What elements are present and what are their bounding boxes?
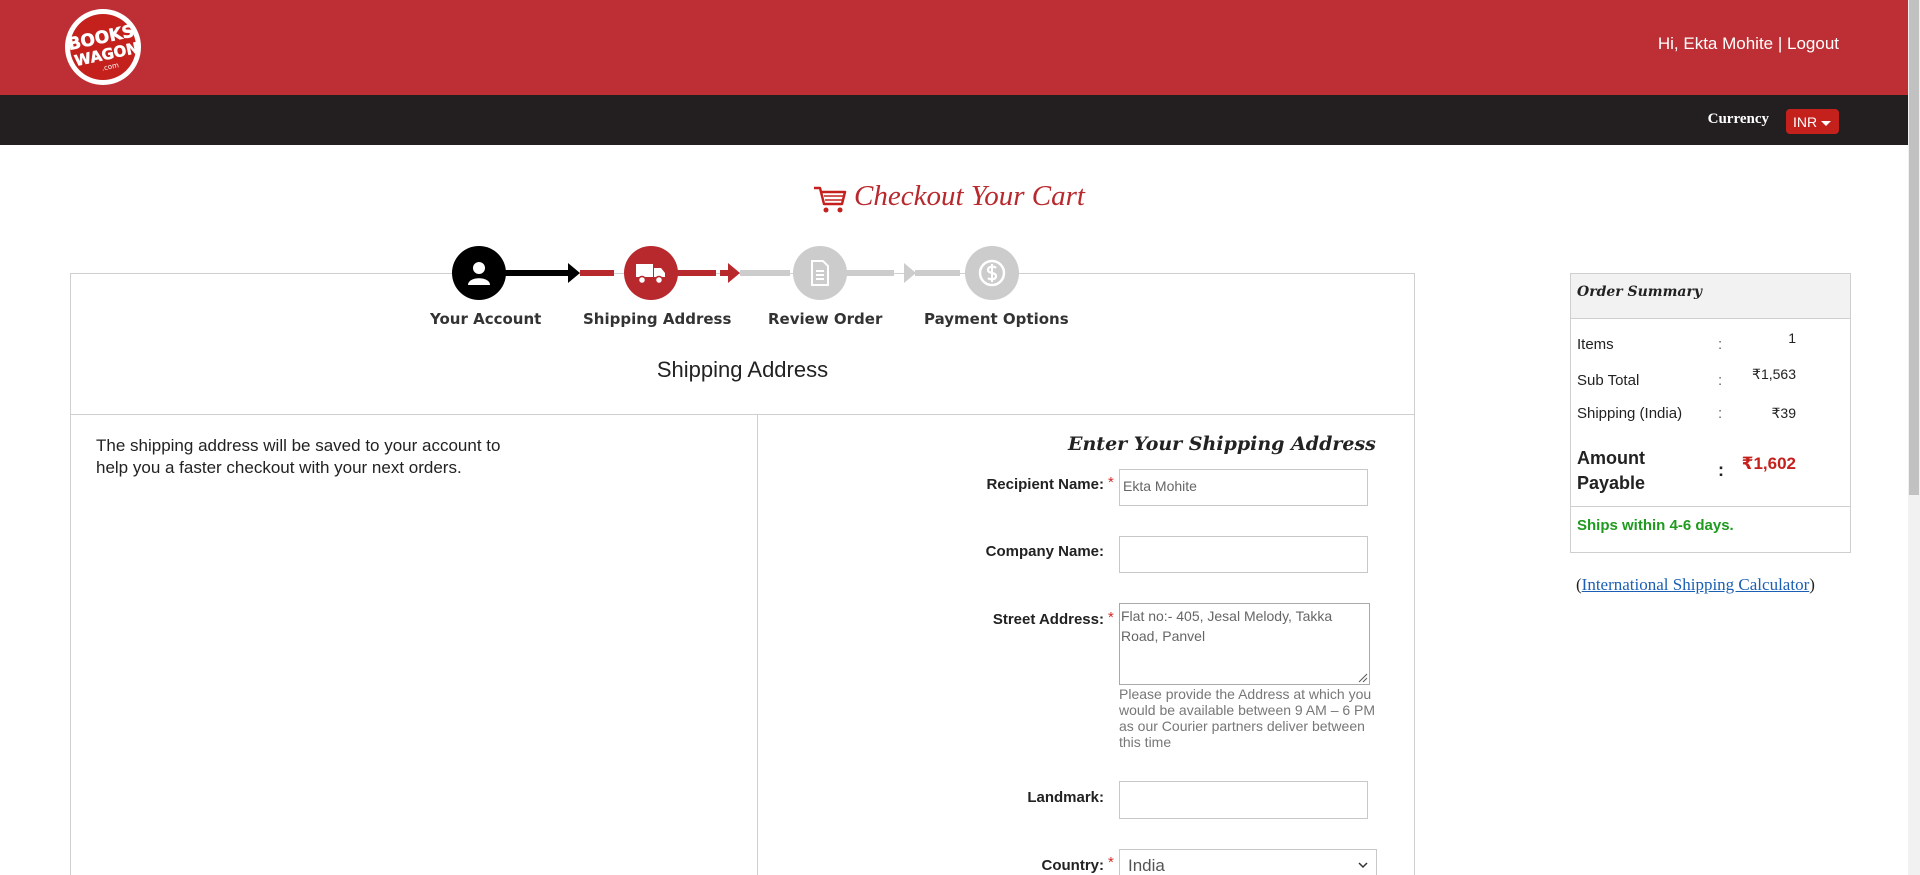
street-address-label: Street Address: (992, 611, 1104, 628)
dollar-icon (978, 259, 1006, 287)
step-connector-3a (740, 270, 790, 276)
section-heading: Shipping Address (656, 357, 829, 382)
step-shipping-address (624, 246, 678, 300)
items-label: Items (1577, 336, 1614, 353)
divider (1571, 506, 1850, 507)
subtotal-value: ₹1,563 (1752, 366, 1796, 382)
ships-within-note: Ships within 4-6 days. (1577, 517, 1734, 534)
shipping-label: Shipping (India) (1577, 405, 1683, 422)
document-icon (811, 260, 829, 286)
currency-value: INR (1793, 114, 1818, 130)
link-separator: | (1773, 34, 1787, 53)
items-value: 1 (1788, 330, 1796, 346)
recipient-name-label: Recipient Name: (986, 476, 1104, 493)
country-value: India (1128, 856, 1165, 875)
arrow-right-icon (568, 263, 580, 283)
user-icon (468, 262, 490, 285)
divider (70, 414, 1415, 415)
company-name-input[interactable] (1119, 536, 1368, 573)
logout-link[interactable]: Logout (1787, 34, 1839, 53)
street-address-help: Please provide the Address at which you … (1119, 686, 1376, 750)
amount-payable-value: ₹1,602 (1741, 454, 1796, 473)
recipient-name-input[interactable]: Ekta Mohite (1119, 469, 1368, 506)
step-review-order (793, 246, 847, 300)
user-greeting[interactable]: Hi, Ekta Mohite (1658, 34, 1773, 53)
order-summary-header: Order Summary (1571, 274, 1850, 319)
step-your-account (452, 246, 506, 300)
amount-payable-label: Amount Payable (1577, 448, 1646, 493)
subtotal-label: Sub Total (1577, 372, 1640, 389)
column-divider (757, 414, 758, 875)
shipping-value: ₹39 (1771, 405, 1796, 421)
landmark-label: Landmark: (1027, 789, 1104, 806)
page-title: Checkout Your Cart (854, 179, 1085, 212)
form-title: Enter Your Shipping Address (1068, 433, 1376, 455)
step-connector-2c (720, 270, 730, 276)
scrollbar-thumb[interactable] (1909, 0, 1919, 495)
step-payment-options (965, 246, 1019, 300)
step-label-review-order: Review Order (768, 310, 883, 328)
top-header: BOOKS WAGON .com Hi, Ekta Mohite | Logou… (0, 0, 1908, 95)
step-label-your-account: Your Account (430, 310, 542, 328)
shipping-info-text: The shipping address will be saved to yo… (96, 436, 501, 477)
step-connector-4 (915, 270, 960, 276)
truck-icon (636, 264, 665, 285)
required-marker: * (1108, 609, 1114, 626)
currency-dropdown[interactable]: INR (1786, 109, 1839, 134)
company-name-label: Company Name: (985, 543, 1104, 560)
chevron-down-icon (1358, 862, 1368, 869)
currency-bar: Currency INR (0, 95, 1908, 145)
checkout-steps: Your Account Shipping Address Review Ord… (420, 246, 1070, 328)
step-label-payment-options: Payment Options (924, 310, 1069, 328)
shipping-calculator-link-wrap: (International Shipping Calculator) (1576, 575, 1815, 595)
order-summary-title: Order Summary (1577, 284, 1703, 300)
caret-down-icon (1821, 120, 1832, 126)
currency-label: Currency (1707, 111, 1769, 127)
page-scrollbar[interactable] (1908, 0, 1920, 875)
street-address-value: Flat no:- 405, Jesal Melody, Takka Road,… (1121, 608, 1333, 644)
step-connector-2a (580, 270, 614, 276)
street-address-textarea[interactable]: Flat no:- 405, Jesal Melody, Takka Road,… (1119, 603, 1370, 685)
step-label-shipping-address: Shipping Address (583, 310, 732, 328)
country-select[interactable]: India (1119, 849, 1377, 875)
close-paren: ) (1809, 575, 1815, 594)
required-marker: * (1108, 474, 1114, 491)
international-shipping-calculator-link[interactable]: International Shipping Calculator (1582, 575, 1810, 594)
landmark-input[interactable] (1119, 781, 1368, 819)
summary-row-amount: Amount Payable : ₹1,602 (1577, 446, 1847, 498)
required-marker: * (1108, 854, 1114, 871)
checkout-title: Checkout Your Cart (812, 176, 1085, 216)
colon: : (1718, 460, 1724, 480)
order-summary: Order Summary Items : 1 Sub Total : ₹1,5… (1570, 273, 1851, 553)
colon: : (1718, 372, 1723, 389)
colon: : (1718, 405, 1723, 422)
bookswagon-logo[interactable]: BOOKS WAGON .com (54, 7, 152, 87)
country-label: Country: (1041, 857, 1105, 874)
resize-grip-icon[interactable] (1358, 673, 1368, 683)
user-links: Hi, Ekta Mohite | Logout (1658, 34, 1839, 54)
colon: : (1718, 336, 1723, 353)
shopping-cart-icon (814, 186, 847, 213)
